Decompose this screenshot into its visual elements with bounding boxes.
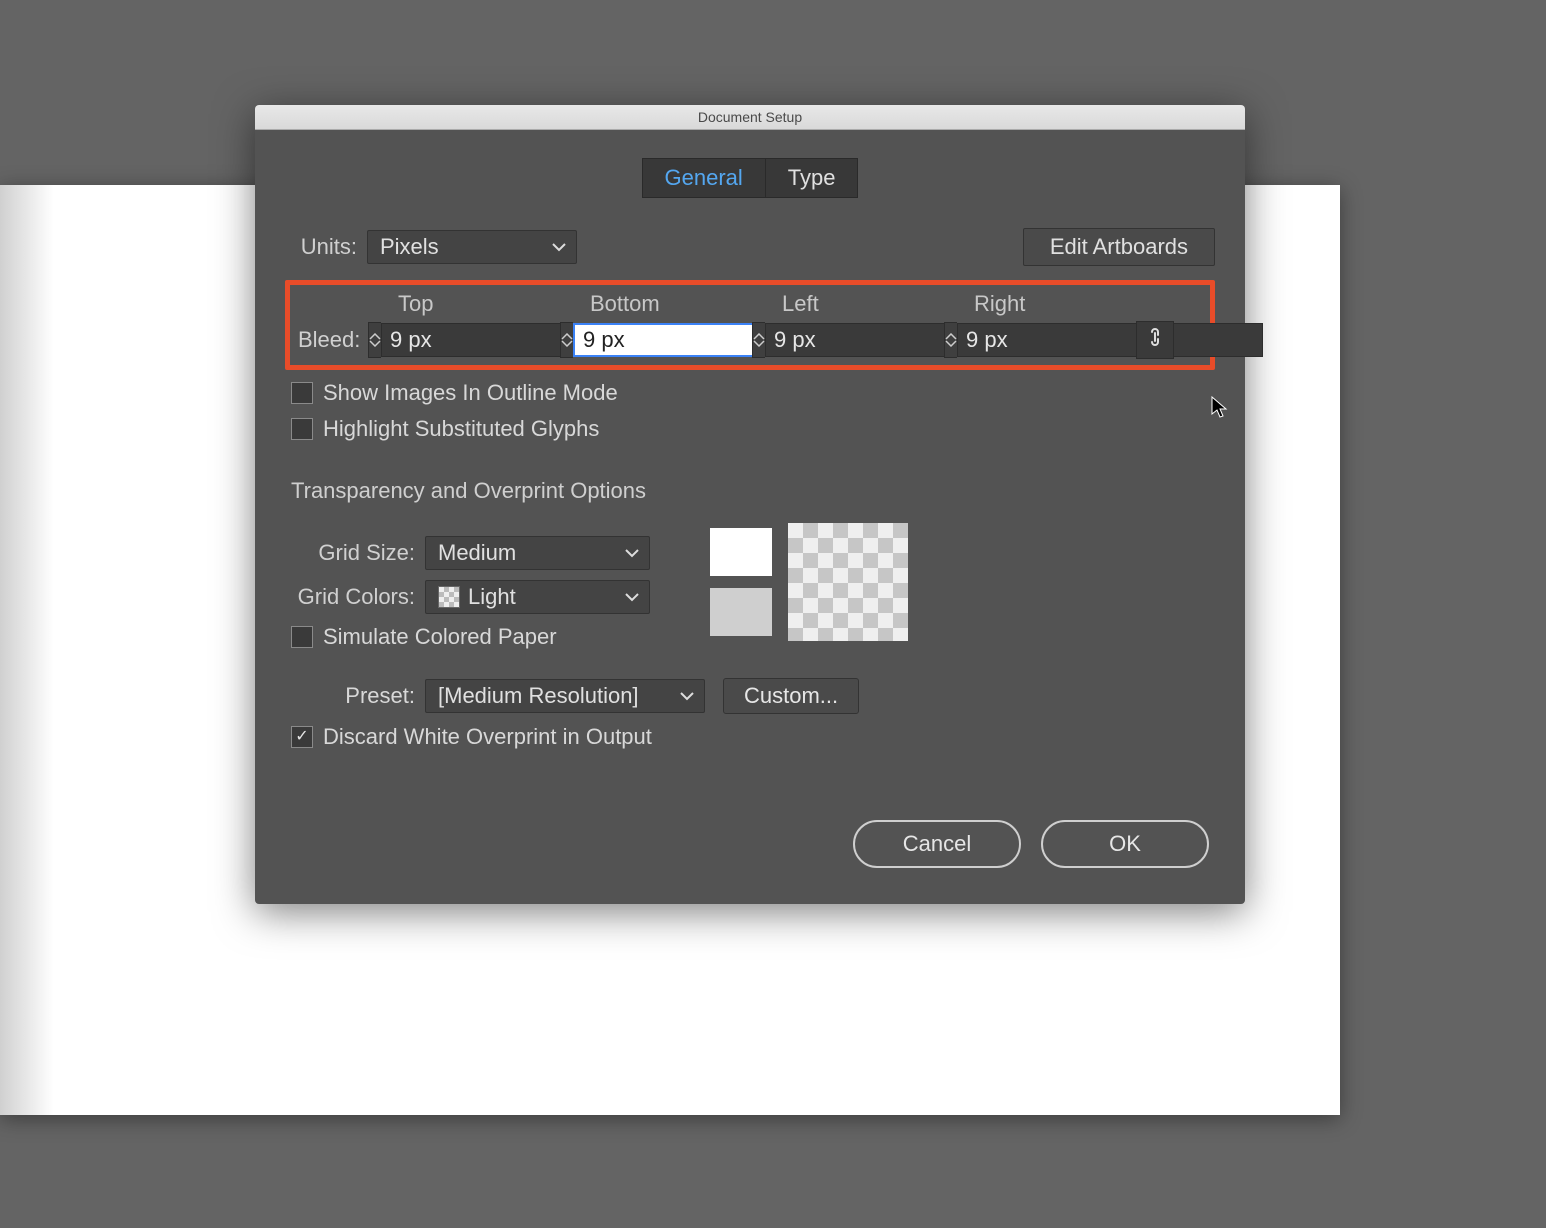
grid-size-value: Medium	[438, 540, 516, 565]
highlight-glyphs-checkbox-row[interactable]: Highlight Substituted Glyphs	[291, 416, 1215, 442]
bleed-label: Bleed:	[298, 327, 368, 353]
simulate-paper-label: Simulate Colored Paper	[323, 624, 557, 650]
link-bleed-button[interactable]	[1136, 321, 1174, 359]
units-select-value: Pixels	[380, 234, 439, 259]
tab-type[interactable]: Type	[766, 158, 859, 198]
show-images-outline-label: Show Images In Outline Mode	[323, 380, 618, 406]
cancel-button[interactable]: Cancel	[853, 820, 1021, 868]
edit-artboards-button[interactable]: Edit Artboards	[1023, 228, 1215, 266]
highlight-glyphs-label: Highlight Substituted Glyphs	[323, 416, 599, 442]
preset-value: [Medium Resolution]	[438, 683, 639, 708]
checkbox-checked-icon	[291, 726, 313, 748]
discard-white-checkbox-row[interactable]: Discard White Overprint in Output	[291, 724, 1215, 750]
grid-colors-select[interactable]: Light	[425, 580, 650, 614]
bleed-right-input[interactable]	[957, 323, 1263, 357]
ok-button[interactable]: OK	[1041, 820, 1209, 868]
preset-label: Preset:	[285, 683, 415, 709]
checkbox-icon	[291, 418, 313, 440]
grid-size-label: Grid Size:	[285, 540, 415, 566]
chevron-down-icon	[552, 242, 566, 252]
units-select[interactable]: Pixels	[367, 230, 577, 264]
checkbox-icon	[291, 382, 313, 404]
simulate-paper-checkbox-row[interactable]: Simulate Colored Paper	[291, 624, 650, 650]
units-label: Units:	[293, 234, 357, 260]
bleed-header-left: Left	[782, 291, 974, 317]
checkbox-icon	[291, 626, 313, 648]
grid-colors-value: Light	[468, 581, 516, 613]
bleed-header-bottom: Bottom	[590, 291, 782, 317]
checker-swatch-icon	[438, 586, 460, 608]
bleed-bottom-stepper[interactable]	[560, 322, 573, 358]
swatch-checker	[788, 523, 908, 641]
bleed-top-stepper[interactable]	[368, 322, 381, 358]
chevron-down-icon	[625, 592, 639, 602]
swatch-gray[interactable]	[710, 588, 772, 636]
grid-size-select[interactable]: Medium	[425, 536, 650, 570]
bleed-header-right: Right	[974, 291, 1166, 317]
grid-colors-label: Grid Colors:	[285, 584, 415, 610]
document-setup-dialog: Document Setup General Type Units: Pixel…	[255, 105, 1245, 904]
tab-general[interactable]: General	[642, 158, 766, 198]
tab-bar: General Type	[285, 158, 1215, 198]
bleed-left-stepper[interactable]	[752, 322, 765, 358]
link-icon	[1146, 326, 1164, 354]
dialog-title: Document Setup	[255, 105, 1245, 130]
swatch-white[interactable]	[710, 528, 772, 576]
preset-select[interactable]: [Medium Resolution]	[425, 679, 705, 713]
chevron-down-icon	[625, 548, 639, 558]
transparency-swatches	[710, 528, 908, 636]
bleed-right-stepper[interactable]	[944, 322, 957, 358]
discard-white-label: Discard White Overprint in Output	[323, 724, 652, 750]
show-images-outline-checkbox-row[interactable]: Show Images In Outline Mode	[291, 380, 1215, 406]
custom-button[interactable]: Custom...	[723, 678, 859, 714]
transparency-section-heading: Transparency and Overprint Options	[291, 478, 1215, 504]
chevron-down-icon	[680, 691, 694, 701]
bleed-highlight: Top Bottom Left Right Bleed:	[285, 280, 1215, 370]
bleed-header-top: Top	[398, 291, 590, 317]
